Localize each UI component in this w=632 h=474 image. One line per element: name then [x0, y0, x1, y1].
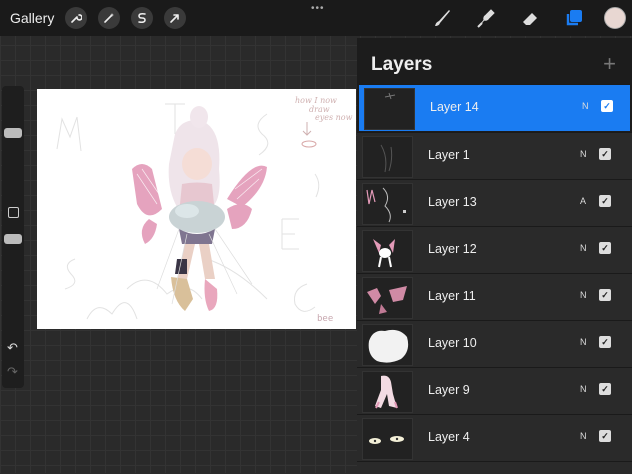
layers-icon[interactable]: [560, 4, 588, 32]
layers-title: Layers: [371, 54, 433, 75]
blend-mode-button[interactable]: N: [580, 149, 587, 159]
signature: bee: [317, 314, 333, 324]
layer-thumbnail: [362, 230, 413, 272]
layer-thumbnail: [362, 136, 413, 178]
drawing-canvas[interactable]: how I now draw eyes now bee: [37, 89, 356, 329]
blend-mode-button[interactable]: N: [580, 243, 587, 253]
layer-name: Layer 4: [428, 430, 470, 444]
visibility-checkbox[interactable]: ✓: [599, 289, 611, 301]
layer-name: Layer 13: [428, 195, 477, 209]
blend-mode-button[interactable]: A: [580, 196, 586, 206]
layer-thumbnail: [364, 88, 415, 130]
note-line-3: eyes now: [315, 113, 353, 122]
gallery-button[interactable]: Gallery: [10, 10, 54, 26]
layer-row[interactable]: Layer 11 N ✓: [357, 273, 632, 320]
layer-thumbnail: [362, 371, 413, 413]
layer-row[interactable]: Layer 13 A ✓: [357, 179, 632, 226]
blend-mode-button[interactable]: N: [580, 384, 587, 394]
visibility-checkbox[interactable]: ✓: [599, 195, 611, 207]
visibility-checkbox[interactable]: ✓: [599, 383, 611, 395]
layer-thumbnail: [362, 277, 413, 319]
layer-row[interactable]: Layer 10 N ✓: [357, 320, 632, 367]
selection-icon[interactable]: [131, 7, 154, 29]
eraser-icon[interactable]: [516, 4, 544, 32]
layer-name: Layer 11: [428, 289, 476, 303]
layer-name: Layer 12: [428, 242, 477, 256]
wrench-icon[interactable]: [65, 7, 88, 29]
modify-button[interactable]: [8, 207, 19, 218]
note-line-1: how I now: [295, 96, 337, 105]
left-sidebar: ↶ ↷: [2, 86, 24, 388]
color-picker-button[interactable]: [604, 7, 626, 29]
layers-panel: Layers + Layer 14 N ✓ Layer 1 N ✓ Layer …: [357, 38, 632, 474]
layer-thumbnail: [362, 183, 413, 225]
brush-size-slider[interactable]: [4, 128, 22, 138]
visibility-checkbox[interactable]: ✓: [601, 100, 613, 112]
layer-name: Layer 10: [428, 336, 477, 350]
layer-row[interactable]: Layer 9 N ✓: [357, 367, 632, 414]
layer-row[interactable]: Layer 1 N ✓: [357, 132, 632, 179]
blend-mode-button[interactable]: N: [580, 290, 587, 300]
magic-wand-icon[interactable]: [98, 7, 121, 29]
artwork: how I now draw eyes now bee: [56, 96, 353, 324]
brush-icon[interactable]: [428, 4, 456, 32]
opacity-slider[interactable]: [4, 234, 22, 244]
layer-row-partial[interactable]: [357, 461, 632, 474]
visibility-checkbox[interactable]: ✓: [599, 430, 611, 442]
blend-mode-button[interactable]: N: [580, 337, 587, 347]
transform-icon[interactable]: [164, 7, 187, 29]
blend-mode-button[interactable]: N: [582, 101, 589, 111]
visibility-checkbox[interactable]: ✓: [599, 242, 611, 254]
blend-mode-button[interactable]: N: [580, 431, 587, 441]
layer-thumbnail: [362, 324, 413, 366]
layer-thumbnail: [362, 418, 413, 460]
layer-row[interactable]: Layer 4 N ✓: [357, 414, 632, 461]
visibility-checkbox[interactable]: ✓: [599, 336, 611, 348]
layer-name: Layer 1: [428, 148, 470, 162]
visibility-checkbox[interactable]: ✓: [599, 148, 611, 160]
layer-row[interactable]: Layer 14 N ✓: [359, 84, 630, 131]
layer-name: Layer 14: [430, 100, 479, 114]
redo-icon[interactable]: ↷: [7, 364, 18, 380]
layer-row[interactable]: Layer 12 N ✓: [357, 226, 632, 273]
right-tools: [428, 0, 632, 36]
smudge-icon[interactable]: [472, 4, 500, 32]
more-dots-icon[interactable]: •••: [311, 3, 325, 14]
layer-name: Layer 9: [428, 383, 470, 397]
top-toolbar: Gallery •••: [0, 0, 632, 36]
undo-icon[interactable]: ↶: [7, 340, 18, 356]
add-layer-button[interactable]: +: [603, 51, 616, 77]
